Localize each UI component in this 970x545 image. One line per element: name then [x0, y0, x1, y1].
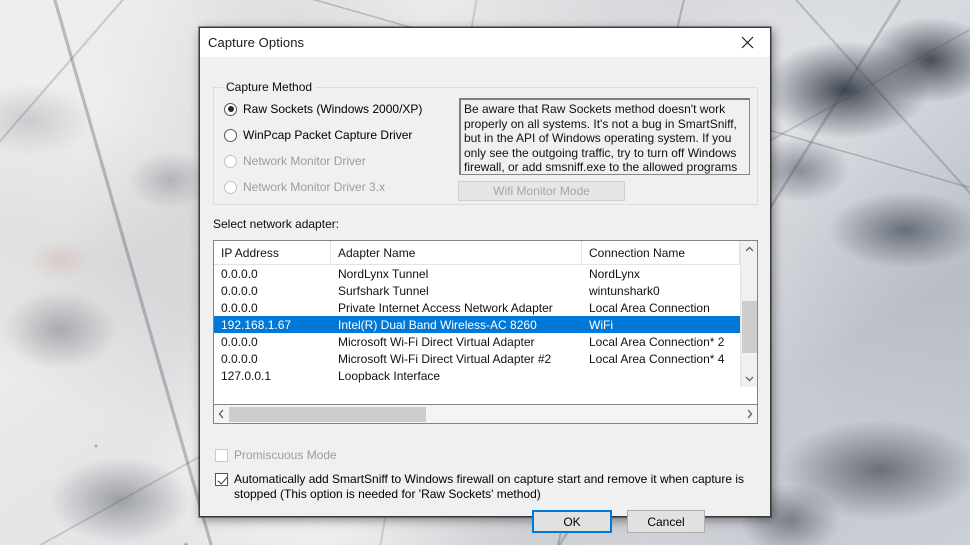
- promiscuous-mode-checkbox: Promiscuous Mode: [215, 448, 337, 462]
- radio-network-monitor-driver-3x: Network Monitor Driver 3.x: [224, 180, 385, 194]
- radio-network-monitor-driver: Network Monitor Driver: [224, 154, 366, 168]
- radio-raw-sockets[interactable]: Raw Sockets (Windows 2000/XP): [224, 102, 422, 116]
- table-row-selected[interactable]: 192.168.1.67 Intel(R) Dual Band Wireless…: [214, 316, 757, 333]
- table-row[interactable]: 0.0.0.0 Private Internet Access Network …: [214, 299, 757, 316]
- cell-connection: Local Area Connection: [589, 300, 710, 315]
- radio-indicator: [224, 154, 237, 168]
- cell-ip: 0.0.0.0: [221, 334, 258, 349]
- auto-firewall-checkbox[interactable]: Automatically add SmartSniff to Windows …: [215, 472, 747, 501]
- cell-adapter: Intel(R) Dual Band Wireless-AC 8260: [338, 317, 537, 332]
- cell-ip: 0.0.0.0: [221, 351, 258, 366]
- radio-indicator: [224, 102, 237, 116]
- list-vertical-scrollbar[interactable]: [740, 241, 757, 387]
- dialog-titlebar: Capture Options: [200, 28, 770, 57]
- capture-method-legend: Capture Method: [223, 80, 316, 94]
- auto-firewall-label: Automatically add SmartSniff to Windows …: [234, 472, 745, 501]
- chevron-down-icon[interactable]: [741, 370, 757, 387]
- radio-indicator: [224, 128, 237, 142]
- cell-ip: 0.0.0.0: [221, 283, 258, 298]
- chevron-right-icon[interactable]: [742, 406, 757, 423]
- vertical-scrollbar-thumb[interactable]: [742, 301, 757, 353]
- radio-label: WinPcap Packet Capture Driver: [243, 128, 413, 142]
- table-row[interactable]: 0.0.0.0 Surfshark Tunnel wintunshark0: [214, 282, 757, 299]
- select-adapter-label: Select network adapter:: [213, 217, 340, 231]
- column-header-connection-name[interactable]: Connection Name: [582, 241, 740, 264]
- close-icon[interactable]: [725, 28, 770, 56]
- list-header-row: IP Address Adapter Name Connection Name: [214, 241, 757, 265]
- cell-ip: 192.168.1.67: [221, 317, 292, 332]
- cell-ip: 0.0.0.0: [221, 266, 258, 281]
- horizontal-scrollbar-track[interactable]: [229, 406, 742, 423]
- cell-connection: NordLynx: [589, 266, 640, 281]
- dialog-title: Capture Options: [208, 34, 305, 50]
- cell-adapter: Surfshark Tunnel: [338, 283, 429, 298]
- radio-label: Raw Sockets (Windows 2000/XP): [243, 102, 423, 116]
- checkbox-indicator: [215, 449, 228, 462]
- horizontal-scrollbar-thumb[interactable]: [229, 406, 426, 422]
- radio-winpcap[interactable]: WinPcap Packet Capture Driver: [224, 128, 412, 142]
- table-row[interactable]: 0.0.0.0 Microsoft Wi-Fi Direct Virtual A…: [214, 350, 757, 367]
- column-header-ip-address[interactable]: IP Address: [214, 241, 331, 264]
- capture-method-group: Capture Method Raw Sockets (Windows 2000…: [213, 80, 758, 205]
- capture-method-info-text: Be aware that Raw Sockets method doesn't…: [459, 98, 750, 175]
- ok-button[interactable]: OK: [532, 510, 612, 533]
- list-rows-container: 0.0.0.0 NordLynx Tunnel NordLynx 0.0.0.0…: [214, 265, 757, 384]
- cancel-button[interactable]: Cancel: [627, 510, 705, 533]
- radio-label: Network Monitor Driver 3.x: [243, 180, 386, 194]
- cell-connection: wintunshark0: [589, 283, 660, 298]
- cell-connection: Local Area Connection* 4: [589, 351, 725, 366]
- chevron-up-icon[interactable]: [741, 241, 757, 258]
- cell-adapter: Microsoft Wi-Fi Direct Virtual Adapter #…: [338, 351, 552, 366]
- table-row[interactable]: 0.0.0.0 NordLynx Tunnel NordLynx: [214, 265, 757, 282]
- list-horizontal-scrollbar[interactable]: [213, 405, 758, 424]
- network-adapter-list[interactable]: IP Address Adapter Name Connection Name …: [213, 240, 758, 405]
- column-header-adapter-name[interactable]: Adapter Name: [331, 241, 582, 264]
- wifi-monitor-mode-button: Wifi Monitor Mode: [458, 181, 625, 201]
- promiscuous-mode-label: Promiscuous Mode: [234, 448, 337, 462]
- cell-ip: 127.0.0.1: [221, 368, 272, 383]
- dialog-body: Capture Method Raw Sockets (Windows 2000…: [200, 57, 770, 533]
- cell-adapter: NordLynx Tunnel: [338, 266, 429, 281]
- cell-adapter: Microsoft Wi-Fi Direct Virtual Adapter: [338, 334, 535, 349]
- radio-label: Network Monitor Driver: [243, 154, 366, 168]
- cell-connection: WiFi: [589, 317, 613, 332]
- radio-indicator: [224, 180, 237, 194]
- capture-options-dialog: Capture Options Capture Method Raw Socke…: [199, 27, 771, 533]
- cell-connection: Local Area Connection* 2: [589, 334, 725, 349]
- checkbox-indicator: [215, 473, 228, 486]
- chevron-left-icon[interactable]: [214, 406, 229, 423]
- table-row[interactable]: 127.0.0.1 Loopback Interface: [214, 367, 757, 384]
- cell-ip: 0.0.0.0: [221, 300, 258, 315]
- table-row[interactable]: 0.0.0.0 Microsoft Wi-Fi Direct Virtual A…: [214, 333, 757, 350]
- cell-adapter: Private Internet Access Network Adapter: [338, 300, 553, 315]
- cell-adapter: Loopback Interface: [338, 368, 441, 383]
